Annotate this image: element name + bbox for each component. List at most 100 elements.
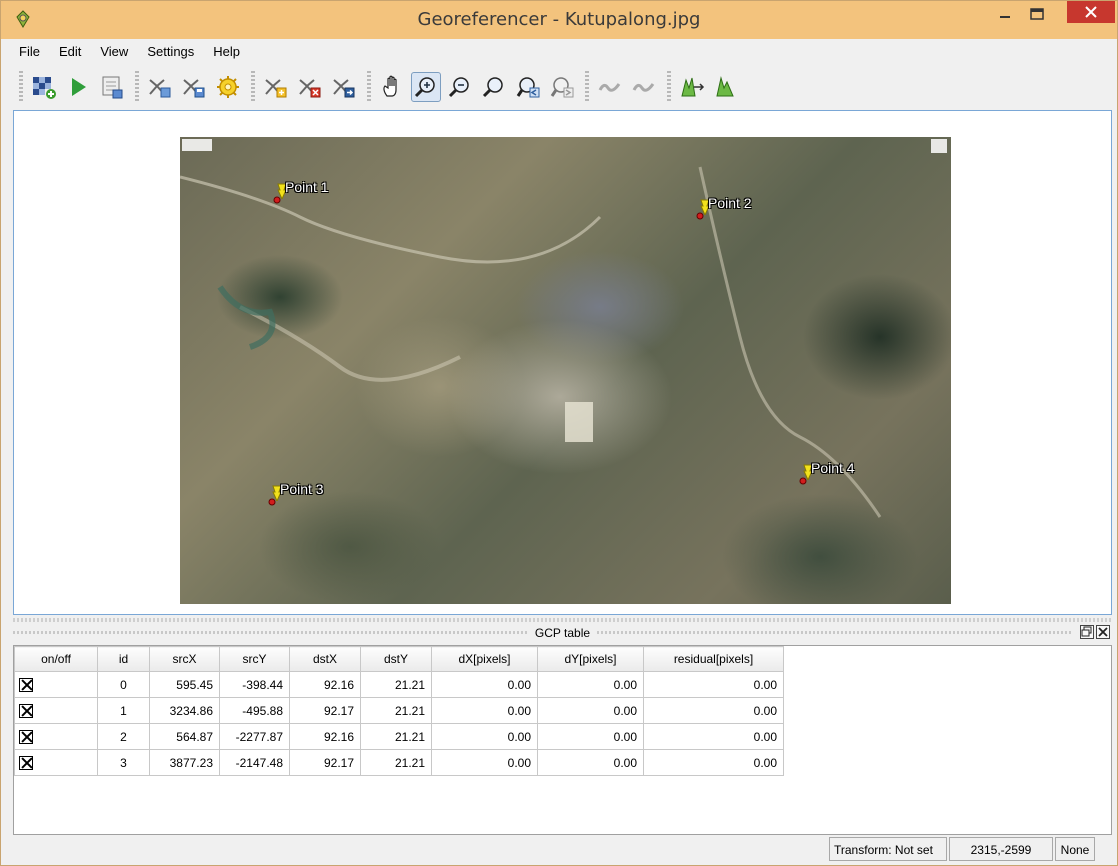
srcx-cell[interactable]: 3877.23 <box>149 749 220 776</box>
move-gcp-point-button[interactable] <box>329 72 359 102</box>
add-point-icon <box>265 79 287 98</box>
enabled-checkbox[interactable] <box>19 755 33 770</box>
gcp-label: Point 2 <box>708 195 752 211</box>
zoom-to-layer-icon <box>482 77 503 98</box>
zoom-in-button[interactable] <box>411 72 441 102</box>
id-cell[interactable]: 0 <box>97 671 150 698</box>
menu-view[interactable]: View <box>90 41 137 63</box>
maximize-button[interactable] <box>1021 1 1053 27</box>
dx-cell: 0.00 <box>431 749 538 776</box>
menu-file[interactable]: File <box>9 41 49 63</box>
enabled-cell[interactable] <box>14 697 98 724</box>
srcy-cell[interactable]: -398.44 <box>219 671 290 698</box>
dstx-cell[interactable]: 92.17 <box>289 697 361 724</box>
dsty-cell[interactable]: 21.21 <box>360 749 432 776</box>
gcp-table: on/off id srcX srcY dstX dstY dX[pixels]… <box>14 646 784 776</box>
add-point-button[interactable] <box>261 72 291 102</box>
load-gcp-points-button[interactable] <box>145 72 175 102</box>
pan-button[interactable] <box>377 72 407 102</box>
srcy-cell[interactable]: -495.88 <box>219 697 290 724</box>
zoom-last-icon <box>516 77 540 98</box>
column-header-id[interactable]: id <box>97 646 150 672</box>
enabled-cell[interactable] <box>14 749 98 776</box>
menu-edit[interactable]: Edit <box>49 41 90 63</box>
column-header-srcx[interactable]: srcX <box>149 646 220 672</box>
id-cell[interactable]: 3 <box>97 749 150 776</box>
dock-close-button[interactable] <box>1096 625 1110 639</box>
menu-help[interactable]: Help <box>203 41 249 63</box>
dsty-cell[interactable]: 21.21 <box>360 697 432 724</box>
srcx-cell[interactable]: 564.87 <box>149 723 220 750</box>
generate-gdal-script-button[interactable] <box>97 72 127 102</box>
column-header-onoff[interactable]: on/off <box>14 646 98 672</box>
table-row[interactable]: 1 3234.86 -495.88 92.17 21.21 0.00 0.00 … <box>14 697 784 724</box>
column-header-residual[interactable]: residual[pixels] <box>643 646 784 672</box>
enabled-cell[interactable] <box>14 723 98 750</box>
close-button[interactable] <box>1067 1 1115 23</box>
minimize-icon <box>1000 16 1010 18</box>
gcp-label: Point 3 <box>280 481 324 497</box>
toolbar-grip[interactable] <box>19 71 23 103</box>
toolbar-separator <box>135 71 139 103</box>
dstx-cell[interactable]: 92.17 <box>289 749 361 776</box>
open-raster-button[interactable] <box>29 72 59 102</box>
title-bar[interactable]: Georeferencer - Kutupalong.jpg <box>1 1 1117 39</box>
link-georeferencer-to-qgis-button[interactable] <box>595 72 625 102</box>
column-header-dstx[interactable]: dstX <box>289 646 361 672</box>
zoom-to-layer-button[interactable] <box>479 72 509 102</box>
dy-cell: 0.00 <box>537 723 644 750</box>
full-histogram-stretch-icon <box>681 77 705 97</box>
enabled-checkbox[interactable] <box>19 677 33 692</box>
table-row[interactable]: 2 564.87 -2277.87 92.16 21.21 0.00 0.00 … <box>14 723 784 750</box>
column-header-srcy[interactable]: srcY <box>219 646 290 672</box>
zoom-out-button[interactable] <box>445 72 475 102</box>
column-header-dsty[interactable]: dstY <box>360 646 432 672</box>
id-cell[interactable]: 1 <box>97 697 150 724</box>
srcx-cell[interactable]: 595.45 <box>149 671 220 698</box>
delete-point-button[interactable] <box>295 72 325 102</box>
menu-settings[interactable]: Settings <box>137 41 203 63</box>
id-cell[interactable]: 2 <box>97 723 150 750</box>
local-histogram-stretch-icon <box>716 76 734 97</box>
start-georeferencing-icon <box>72 78 86 96</box>
dock-float-button[interactable] <box>1080 625 1094 639</box>
table-row[interactable]: 3 3877.23 -2147.48 92.17 21.21 0.00 0.00… <box>14 749 784 776</box>
enabled-checkbox[interactable] <box>19 729 33 744</box>
srcy-cell[interactable]: -2277.87 <box>219 723 290 750</box>
full-histogram-stretch-button[interactable] <box>677 72 707 102</box>
toolbar-separator <box>585 71 589 103</box>
gcp-table-area[interactable]: on/off id srcX srcY dstX dstY dX[pixels]… <box>13 645 1112 835</box>
residual-cell: 0.00 <box>643 723 784 750</box>
table-row[interactable]: 0 595.45 -398.44 92.16 21.21 0.00 0.00 0… <box>14 671 784 698</box>
enabled-cell[interactable] <box>14 671 98 698</box>
dock-splitter[interactable] <box>13 618 1112 622</box>
crs-status[interactable]: None <box>1055 837 1095 861</box>
zoom-last-button[interactable] <box>513 72 543 102</box>
raster-image[interactable] <box>180 137 951 604</box>
gcp-dock-titlebar[interactable]: GCP table <box>13 624 1112 642</box>
local-histogram-stretch-button[interactable] <box>711 72 741 102</box>
map-canvas[interactable]: Point 1 Point 2 Point 3 Point 4 <box>13 110 1112 615</box>
transformation-settings-button[interactable] <box>213 72 243 102</box>
dsty-cell[interactable]: 21.21 <box>360 723 432 750</box>
zoom-next-button[interactable] <box>547 72 577 102</box>
dstx-cell[interactable]: 92.16 <box>289 671 361 698</box>
enabled-checkbox[interactable] <box>19 703 33 718</box>
link-qgis-to-georeferencer-button[interactable] <box>629 72 659 102</box>
dy-cell: 0.00 <box>537 749 644 776</box>
srcy-cell[interactable]: -2147.48 <box>219 749 290 776</box>
minimize-button[interactable] <box>989 1 1021 27</box>
save-gcp-points-icon <box>183 79 205 98</box>
gcp-label: Point 4 <box>811 460 855 476</box>
srcx-cell[interactable]: 3234.86 <box>149 697 220 724</box>
georeferencer-window: Georeferencer - Kutupalong.jpg File Edit… <box>0 0 1118 866</box>
dstx-cell[interactable]: 92.16 <box>289 723 361 750</box>
column-header-dx[interactable]: dX[pixels] <box>431 646 538 672</box>
start-georeferencing-button[interactable] <box>63 72 93 102</box>
coordinate-display: 2315,-2599 <box>949 837 1053 861</box>
residual-cell: 0.00 <box>643 749 784 776</box>
save-gcp-points-button[interactable] <box>179 72 209 102</box>
dsty-cell[interactable]: 21.21 <box>360 671 432 698</box>
column-header-dy[interactable]: dY[pixels] <box>537 646 644 672</box>
residual-cell: 0.00 <box>643 697 784 724</box>
